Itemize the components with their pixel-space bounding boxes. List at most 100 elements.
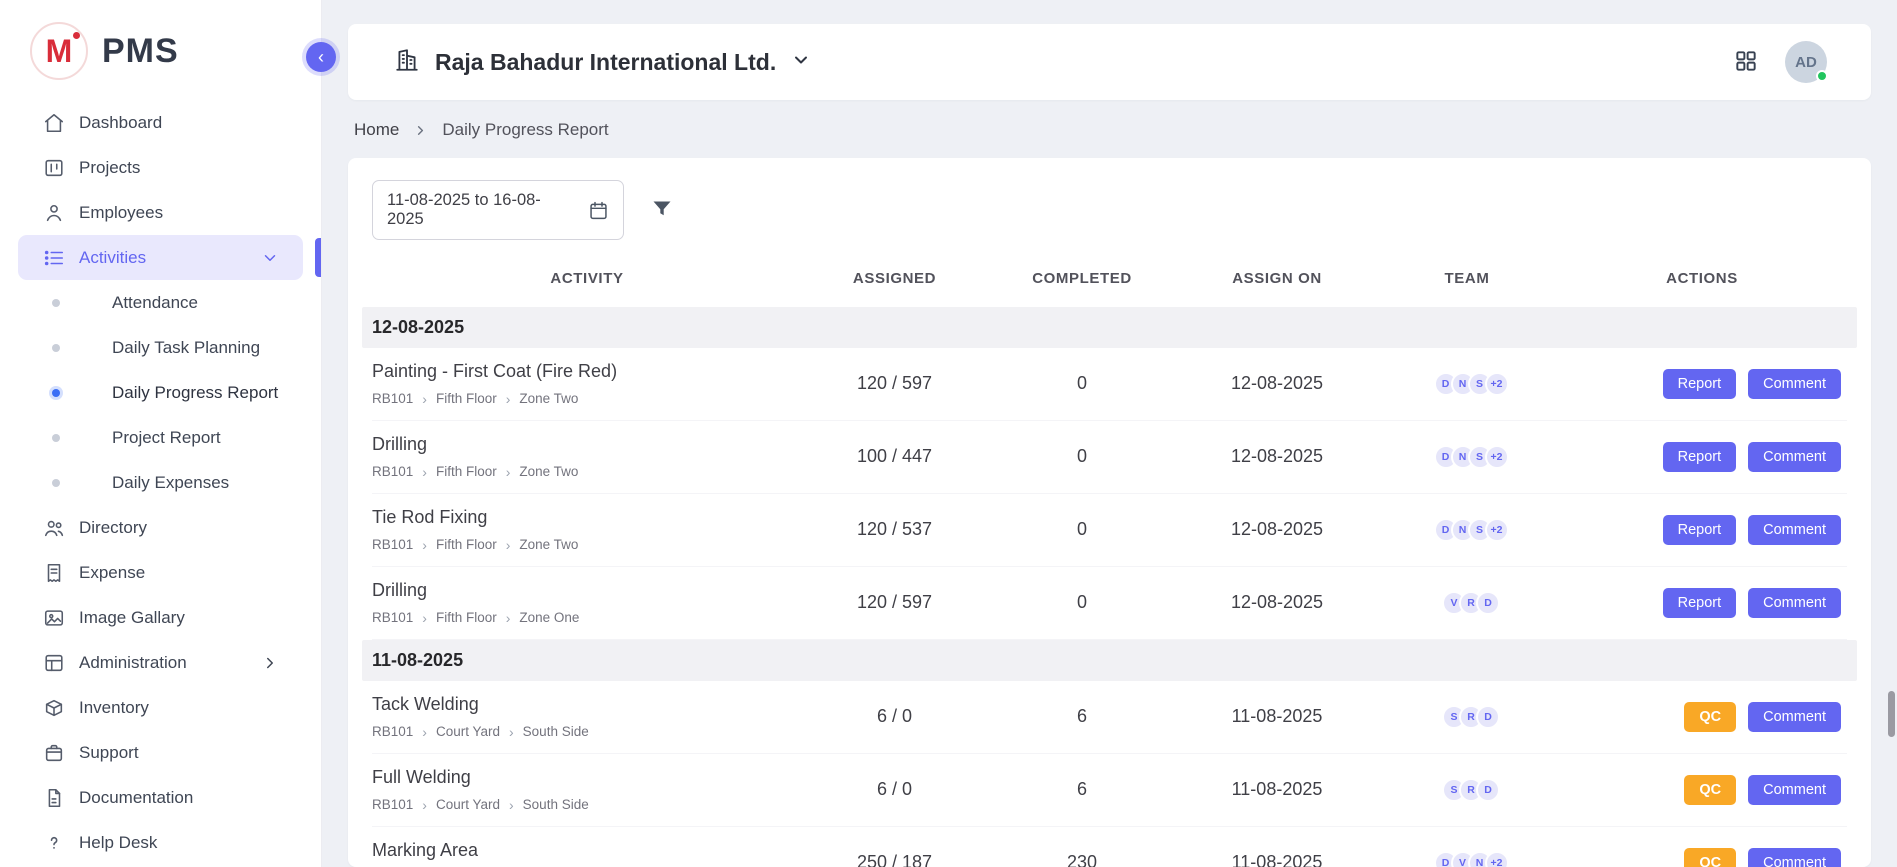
team-member-badge[interactable]: D (1476, 705, 1500, 729)
completed-value: 0 (987, 592, 1177, 613)
comment-button[interactable]: Comment (1748, 588, 1841, 618)
team-avatars: SRD (1377, 778, 1557, 802)
activity-path: RB101›Fifth Floor›Zone One (372, 610, 782, 625)
sidebar-item-label: Image Gallary (79, 608, 185, 628)
sidebar-item-help-desk[interactable]: Help Desk (18, 820, 303, 865)
path-segment: Fifth Floor (436, 537, 497, 552)
table-body: 12-08-2025 Painting - First Coat (Fire R… (372, 307, 1847, 867)
group-date: 11-08-2025 (372, 650, 463, 670)
path-separator-icon: › (506, 392, 511, 406)
activity-path: RB101›Fifth Floor›Zone Two (372, 391, 782, 406)
chevron-down-icon (791, 50, 811, 75)
table-header: ACTIVITY ASSIGNED COMPLETED ASSIGN ON TE… (372, 264, 1847, 307)
building-icon (394, 47, 420, 78)
assign-on-value: 12-08-2025 (1177, 446, 1377, 467)
user-avatar[interactable]: AD (1785, 41, 1827, 83)
sidebar-subitem-project-report[interactable]: Project Report (18, 415, 303, 460)
activity-cell: Tie Rod Fixing RB101›Fifth Floor›Zone Tw… (372, 507, 802, 552)
breadcrumb-home-link[interactable]: Home (354, 120, 399, 140)
comment-button[interactable]: Comment (1748, 702, 1841, 732)
sidebar-item-dashboard[interactable]: Dashboard (18, 100, 303, 145)
receipt-icon (42, 561, 66, 585)
report-button[interactable]: Report (1663, 588, 1737, 618)
sidebar-item-label: Documentation (79, 788, 193, 808)
team-more-badge[interactable]: +2 (1485, 445, 1509, 469)
sidebar-item-label: Directory (79, 518, 147, 538)
apps-grid-button[interactable] (1733, 48, 1759, 77)
report-card: 11-08-2025 to 16-08-2025 ACTIVITY ASSIGN… (348, 158, 1871, 867)
row-actions: QC Comment (1557, 848, 1847, 867)
comment-button[interactable]: Comment (1748, 775, 1841, 805)
filter-button[interactable] (650, 197, 674, 224)
table-row: Painting - First Coat (Fire Red) RB101›F… (372, 348, 1847, 421)
completed-value: 6 (987, 706, 1177, 727)
comment-button[interactable]: Comment (1748, 442, 1841, 472)
sidebar-subitem-attendance[interactable]: Attendance (18, 280, 303, 325)
filter-icon (650, 197, 674, 224)
report-button[interactable]: Report (1663, 369, 1737, 399)
top-header: Raja Bahadur International Ltd. AD (348, 24, 1871, 100)
team-more-badge[interactable]: +2 (1485, 851, 1509, 867)
page-scrollbar[interactable] (1888, 0, 1895, 867)
activity-name: Drilling (372, 434, 782, 455)
assign-on-value: 11-08-2025 (1177, 852, 1377, 867)
report-button[interactable]: Report (1663, 515, 1737, 545)
comment-button[interactable]: Comment (1748, 369, 1841, 399)
completed-value: 6 (987, 779, 1177, 800)
submenu-dot-icon (52, 434, 60, 442)
sidebar-item-expense[interactable]: Expense (18, 550, 303, 595)
sidebar-item-label: Help Desk (79, 833, 157, 853)
team-more-badge[interactable]: +2 (1485, 518, 1509, 542)
report-button[interactable]: Report (1663, 442, 1737, 472)
activity-path: RB101›Court Yard›South Side (372, 797, 782, 812)
path-segment: RB101 (372, 537, 413, 552)
qc-button[interactable]: QC (1684, 702, 1736, 732)
chevron-right-icon (261, 654, 279, 672)
qc-button[interactable]: QC (1684, 848, 1736, 867)
activity-cell: Drilling RB101›Fifth Floor›Zone One (372, 580, 802, 625)
completed-value: 0 (987, 446, 1177, 467)
sidebar-item-directory[interactable]: Directory (18, 505, 303, 550)
submenu-dot-icon (52, 344, 60, 352)
group-date-row: 11-08-2025 (362, 640, 1857, 681)
sidebar-item-image-gallery[interactable]: Image Gallary (18, 595, 303, 640)
sidebar-item-employees[interactable]: Employees (18, 190, 303, 235)
sidebar-item-label: Projects (79, 158, 140, 178)
sidebar-collapse-button[interactable]: ‹ (306, 42, 336, 72)
sidebar-item-label: Employees (79, 203, 163, 223)
qc-button[interactable]: QC (1684, 775, 1736, 805)
team-avatars: VRD (1377, 591, 1557, 615)
sidebar-item-projects[interactable]: Projects (18, 145, 303, 190)
main-content: Raja Bahadur International Ltd. AD Home … (322, 0, 1897, 867)
sidebar-subitem-daily-progress-report[interactable]: Daily Progress Report (18, 370, 303, 415)
avatar-initials: AD (1795, 54, 1817, 71)
sidebar-item-administration[interactable]: Administration (18, 640, 303, 685)
assigned-value: 100 / 447 (802, 446, 987, 467)
path-segment: Court Yard (436, 797, 500, 812)
date-range-input[interactable]: 11-08-2025 to 16-08-2025 (372, 180, 624, 240)
header-actions: AD (1733, 41, 1827, 83)
app-logo: M (30, 22, 88, 80)
date-range-value: 11-08-2025 to 16-08-2025 (387, 191, 576, 229)
submenu-dot-icon (52, 479, 60, 487)
team-member-badge[interactable]: D (1476, 591, 1500, 615)
activity-path: RB101›Fifth Floor›Zone Two (372, 464, 782, 479)
company-selector[interactable]: Raja Bahadur International Ltd. (394, 47, 811, 78)
row-actions: QC Comment (1557, 775, 1847, 805)
team-more-badge[interactable]: +2 (1485, 372, 1509, 396)
row-actions: QC Comment (1557, 702, 1847, 732)
person-icon (42, 201, 66, 225)
comment-button[interactable]: Comment (1748, 848, 1841, 867)
sidebar-subitem-label: Daily Task Planning (112, 338, 260, 358)
home-icon (42, 111, 66, 135)
comment-button[interactable]: Comment (1748, 515, 1841, 545)
grid-icon (1733, 48, 1759, 77)
sidebar-subitem-daily-task-planning[interactable]: Daily Task Planning (18, 325, 303, 370)
sidebar-subitem-daily-expenses[interactable]: Daily Expenses (18, 460, 303, 505)
scrollbar-thumb[interactable] (1888, 691, 1895, 737)
sidebar-item-support[interactable]: Support (18, 730, 303, 775)
team-member-badge[interactable]: D (1476, 778, 1500, 802)
sidebar-item-inventory[interactable]: Inventory (18, 685, 303, 730)
sidebar-item-documentation[interactable]: Documentation (18, 775, 303, 820)
sidebar-item-activities[interactable]: Activities (18, 235, 303, 280)
